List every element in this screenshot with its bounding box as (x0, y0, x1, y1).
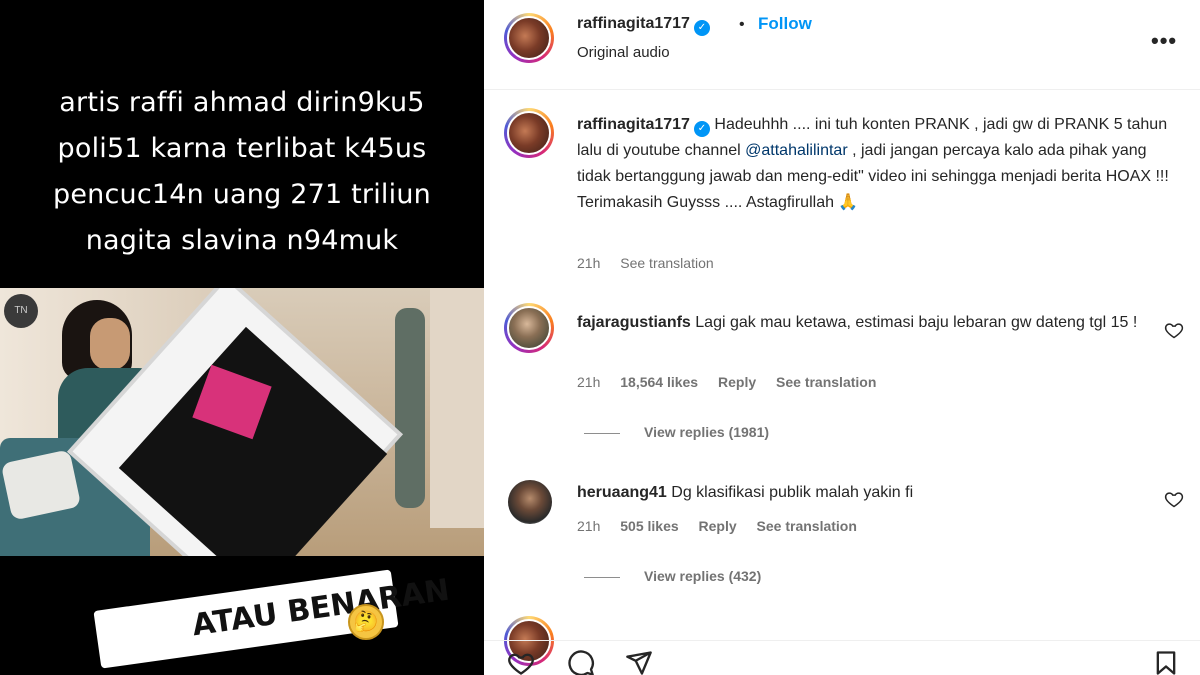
view-replies-button[interactable]: View replies (1981) (584, 424, 769, 440)
caption-line: poli51 karna terlibat k45us (57, 133, 427, 164)
verified-badge-icon: ✓ (693, 20, 710, 36)
video-frame-image: TN (0, 288, 484, 556)
author-avatar[interactable] (504, 13, 554, 63)
like-comment-heart-icon[interactable] (1164, 489, 1184, 509)
commenter-avatar[interactable] (508, 480, 552, 524)
post-media[interactable]: artis raffi ahmad dirin9ku5 poli51 karna… (0, 0, 484, 675)
view-replies-label: View replies (1981) (644, 424, 770, 440)
post-action-bar (484, 640, 1200, 675)
caption-line: nagita slavina n94muk (85, 225, 399, 256)
view-replies-button[interactable]: View replies (432) (584, 568, 761, 584)
post-details-panel: raffinagita1717 ✓ • Follow Original audio… (484, 0, 1200, 675)
see-translation-link[interactable]: See translation (620, 255, 713, 271)
comment-item: heruaang41 Dg klasifikasi publik malah y… (577, 480, 1147, 506)
reply-button[interactable]: Reply (699, 518, 737, 534)
comment-item: fajaragustianfs Lagi gak mau ketawa, est… (577, 310, 1147, 336)
separator-dot: • (739, 16, 745, 33)
comment-likes[interactable]: 18,564 likes (620, 374, 698, 390)
comment-time: 21h (577, 374, 601, 390)
replies-divider (584, 432, 620, 434)
caption-comment: raffinagita1717 ✓ Hadeuhhh .... ini tuh k… (577, 112, 1177, 216)
see-translation-link[interactable]: See translation (776, 374, 876, 390)
reply-button[interactable]: Reply (718, 374, 756, 390)
caption-meta: 21h See translation (577, 255, 730, 271)
see-translation-link[interactable]: See translation (757, 518, 857, 534)
follow-button[interactable]: Follow (758, 14, 812, 34)
view-replies-label: View replies (432) (644, 568, 762, 584)
comment-icon[interactable] (566, 649, 596, 675)
heart-icon[interactable] (506, 649, 536, 675)
replies-divider (584, 576, 620, 578)
author-username[interactable]: raffinagita1717 ✓ (577, 15, 710, 36)
comment-time: 21h (577, 518, 601, 534)
comment-text: Lagi gak mau ketawa, estimasi baju lebar… (695, 314, 1138, 331)
caption-username[interactable]: raffinagita1717 (577, 116, 690, 133)
audio-link[interactable]: Original audio (577, 44, 670, 61)
post-header: raffinagita1717 ✓ • Follow Original audio… (484, 0, 1200, 90)
thinking-emoji-icon: 🤔 (348, 604, 384, 640)
mention-link[interactable]: @attahalilintar (745, 142, 848, 159)
caption-line: pencuc14n uang 271 triliun (53, 179, 431, 210)
verified-badge-icon: ✓ (693, 121, 710, 137)
share-icon[interactable] (624, 649, 654, 675)
commenter-avatar[interactable] (504, 303, 554, 353)
video-overlay-caption: artis raffi ahmad dirin9ku5 poli51 karna… (0, 80, 484, 264)
like-comment-heart-icon[interactable] (1164, 320, 1184, 340)
bookmark-icon[interactable] (1152, 649, 1180, 675)
comment-meta: 21h 18,564 likes Reply See translation (577, 374, 892, 390)
comment-username[interactable]: heruaang41 (577, 484, 667, 501)
caption-line: artis raffi ahmad dirin9ku5 (59, 87, 425, 118)
comment-likes[interactable]: 505 likes (620, 518, 678, 534)
comment-text: Dg klasifikasi publik malah yakin fi (671, 484, 914, 501)
channel-logo: TN (4, 294, 38, 328)
comment-meta: 21h 505 likes Reply See translation (577, 518, 873, 534)
comment-username[interactable]: fajaragustianfs (577, 314, 691, 331)
caption-time: 21h (577, 255, 601, 271)
caption-author-avatar[interactable] (504, 108, 554, 158)
more-options-icon[interactable]: ••• (1151, 28, 1177, 54)
